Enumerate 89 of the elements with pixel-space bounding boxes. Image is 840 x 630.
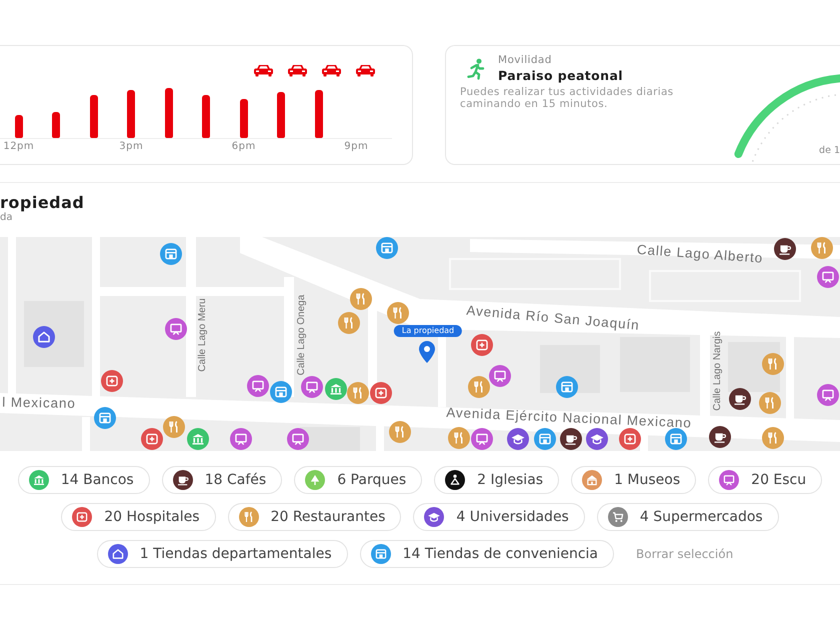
fork-knife-marker-icon[interactable] — [350, 288, 372, 310]
street-label: Calle Lago Meru — [198, 298, 208, 372]
car-icon — [253, 64, 274, 77]
mobility-title: Paraiso peatonal — [498, 68, 623, 83]
street-label: Calle Lago Onega — [297, 294, 307, 376]
fork-knife-marker-icon[interactable] — [347, 382, 369, 404]
board-marker-icon[interactable] — [489, 365, 511, 387]
board-marker-icon[interactable] — [301, 376, 323, 398]
chart-bar — [52, 112, 60, 138]
medical-cross-marker-icon[interactable] — [101, 370, 123, 392]
filter-chip[interactable]: 4 Supermercados — [596, 503, 779, 531]
filter-chip[interactable]: 18 Cafés — [162, 466, 282, 494]
location-pin-icon — [419, 341, 435, 363]
axis-label: 6pm — [232, 141, 256, 153]
mobility-description: Puedes realizar tus actividades diarias caminando en 15 minutos. — [460, 87, 674, 110]
filter-chip[interactable]: 6 Parques — [294, 466, 422, 494]
chart-bar — [277, 92, 286, 138]
chart-bar — [127, 90, 136, 138]
fork-knife-marker-icon[interactable] — [759, 392, 781, 414]
axis-label: 12pm — [3, 141, 34, 153]
section-subtitle: da — [0, 212, 14, 224]
bank-marker-icon[interactable] — [325, 378, 347, 400]
filter-chip[interactable]: 1 Tiendas departamentales — [96, 540, 348, 568]
filter-chip[interactable]: 2 Iglesias — [434, 466, 560, 494]
board-marker-icon[interactable] — [287, 428, 309, 450]
fork-knife-marker-icon[interactable] — [389, 421, 411, 443]
shop-marker-icon[interactable] — [665, 428, 687, 450]
filter-chip[interactable]: 4 Universidades — [413, 503, 585, 531]
medical-cross-marker-icon[interactable] — [471, 334, 493, 356]
filter-chip[interactable]: 20 Restaurantes — [228, 503, 402, 531]
car-icon — [287, 64, 308, 77]
chart-bar — [14, 115, 23, 138]
board-marker-icon[interactable] — [230, 428, 252, 450]
filter-chip[interactable]: 20 Hospitales — [61, 503, 216, 531]
cup-marker-icon[interactable] — [560, 428, 582, 450]
fork-knife-marker-icon[interactable] — [448, 427, 470, 449]
fork-knife-marker-icon[interactable] — [163, 416, 185, 438]
axis-label: 3pm — [119, 141, 144, 153]
chart-bar — [314, 90, 323, 138]
fork-knife-marker-icon[interactable] — [762, 353, 784, 375]
graduation-cap-marker-icon[interactable] — [507, 428, 529, 450]
mobility-category: Movilidad — [498, 54, 553, 67]
street-label: Calle Lago Alberto — [636, 242, 764, 266]
property-label: La propiedad — [394, 325, 462, 337]
gauge-caption: de 1 — [819, 145, 840, 156]
fork-knife-marker-icon[interactable] — [468, 376, 490, 398]
filter-chip[interactable]: 14 Bancos — [18, 466, 150, 494]
car-icon — [321, 64, 342, 77]
graduation-cap-marker-icon[interactable] — [586, 428, 608, 450]
axis-label: 9pm — [344, 141, 368, 153]
board-marker-icon[interactable] — [471, 428, 493, 450]
chart-bar — [164, 88, 173, 138]
fork-knife-marker-icon[interactable] — [338, 312, 360, 334]
shop-marker-icon[interactable] — [270, 381, 292, 403]
cup-marker-icon[interactable] — [774, 238, 796, 260]
bank-marker-icon[interactable] — [187, 428, 209, 450]
shop-marker-icon[interactable] — [94, 407, 116, 429]
section-title: ropiedad — [0, 194, 86, 212]
fork-knife-marker-icon[interactable] — [762, 427, 784, 449]
filter-chip[interactable]: 1 Museos — [571, 466, 696, 494]
shop-marker-icon[interactable] — [556, 376, 578, 398]
walking-person-icon — [466, 58, 486, 80]
medical-cross-marker-icon[interactable] — [619, 428, 641, 450]
house-marker-icon[interactable] — [33, 326, 55, 348]
fork-knife-marker-icon[interactable] — [811, 237, 833, 259]
board-marker-icon[interactable] — [817, 384, 839, 406]
car-icon — [355, 64, 376, 77]
shop-marker-icon[interactable] — [534, 428, 556, 450]
building-block — [24, 301, 84, 367]
fork-knife-marker-icon[interactable] — [387, 302, 409, 324]
board-marker-icon[interactable] — [817, 266, 839, 288]
chart-bar — [240, 99, 248, 138]
chart-bar — [90, 95, 98, 138]
medical-cross-marker-icon[interactable] — [370, 382, 392, 404]
filter-chip[interactable]: 14 Tiendas de conveniencia — [360, 540, 614, 568]
medical-cross-marker-icon[interactable] — [141, 428, 163, 450]
street-label: Avenida Río San Joaquín — [466, 304, 640, 332]
filter-chip[interactable]: 20 Escu — [708, 466, 822, 494]
street-label: l Mexicano — [2, 396, 76, 410]
cup-marker-icon[interactable] — [729, 388, 751, 410]
cup-marker-icon[interactable] — [709, 426, 731, 448]
building-block — [300, 427, 360, 451]
shop-marker-icon[interactable] — [160, 243, 182, 265]
shop-marker-icon[interactable] — [376, 237, 398, 259]
street-label: Avenida Ejército Nacional Mexicano — [446, 406, 692, 430]
street-label: Calle Lago Nargis — [713, 331, 723, 411]
board-marker-icon[interactable] — [247, 375, 269, 397]
board-marker-icon[interactable] — [165, 318, 187, 340]
chart-bar — [202, 95, 210, 138]
